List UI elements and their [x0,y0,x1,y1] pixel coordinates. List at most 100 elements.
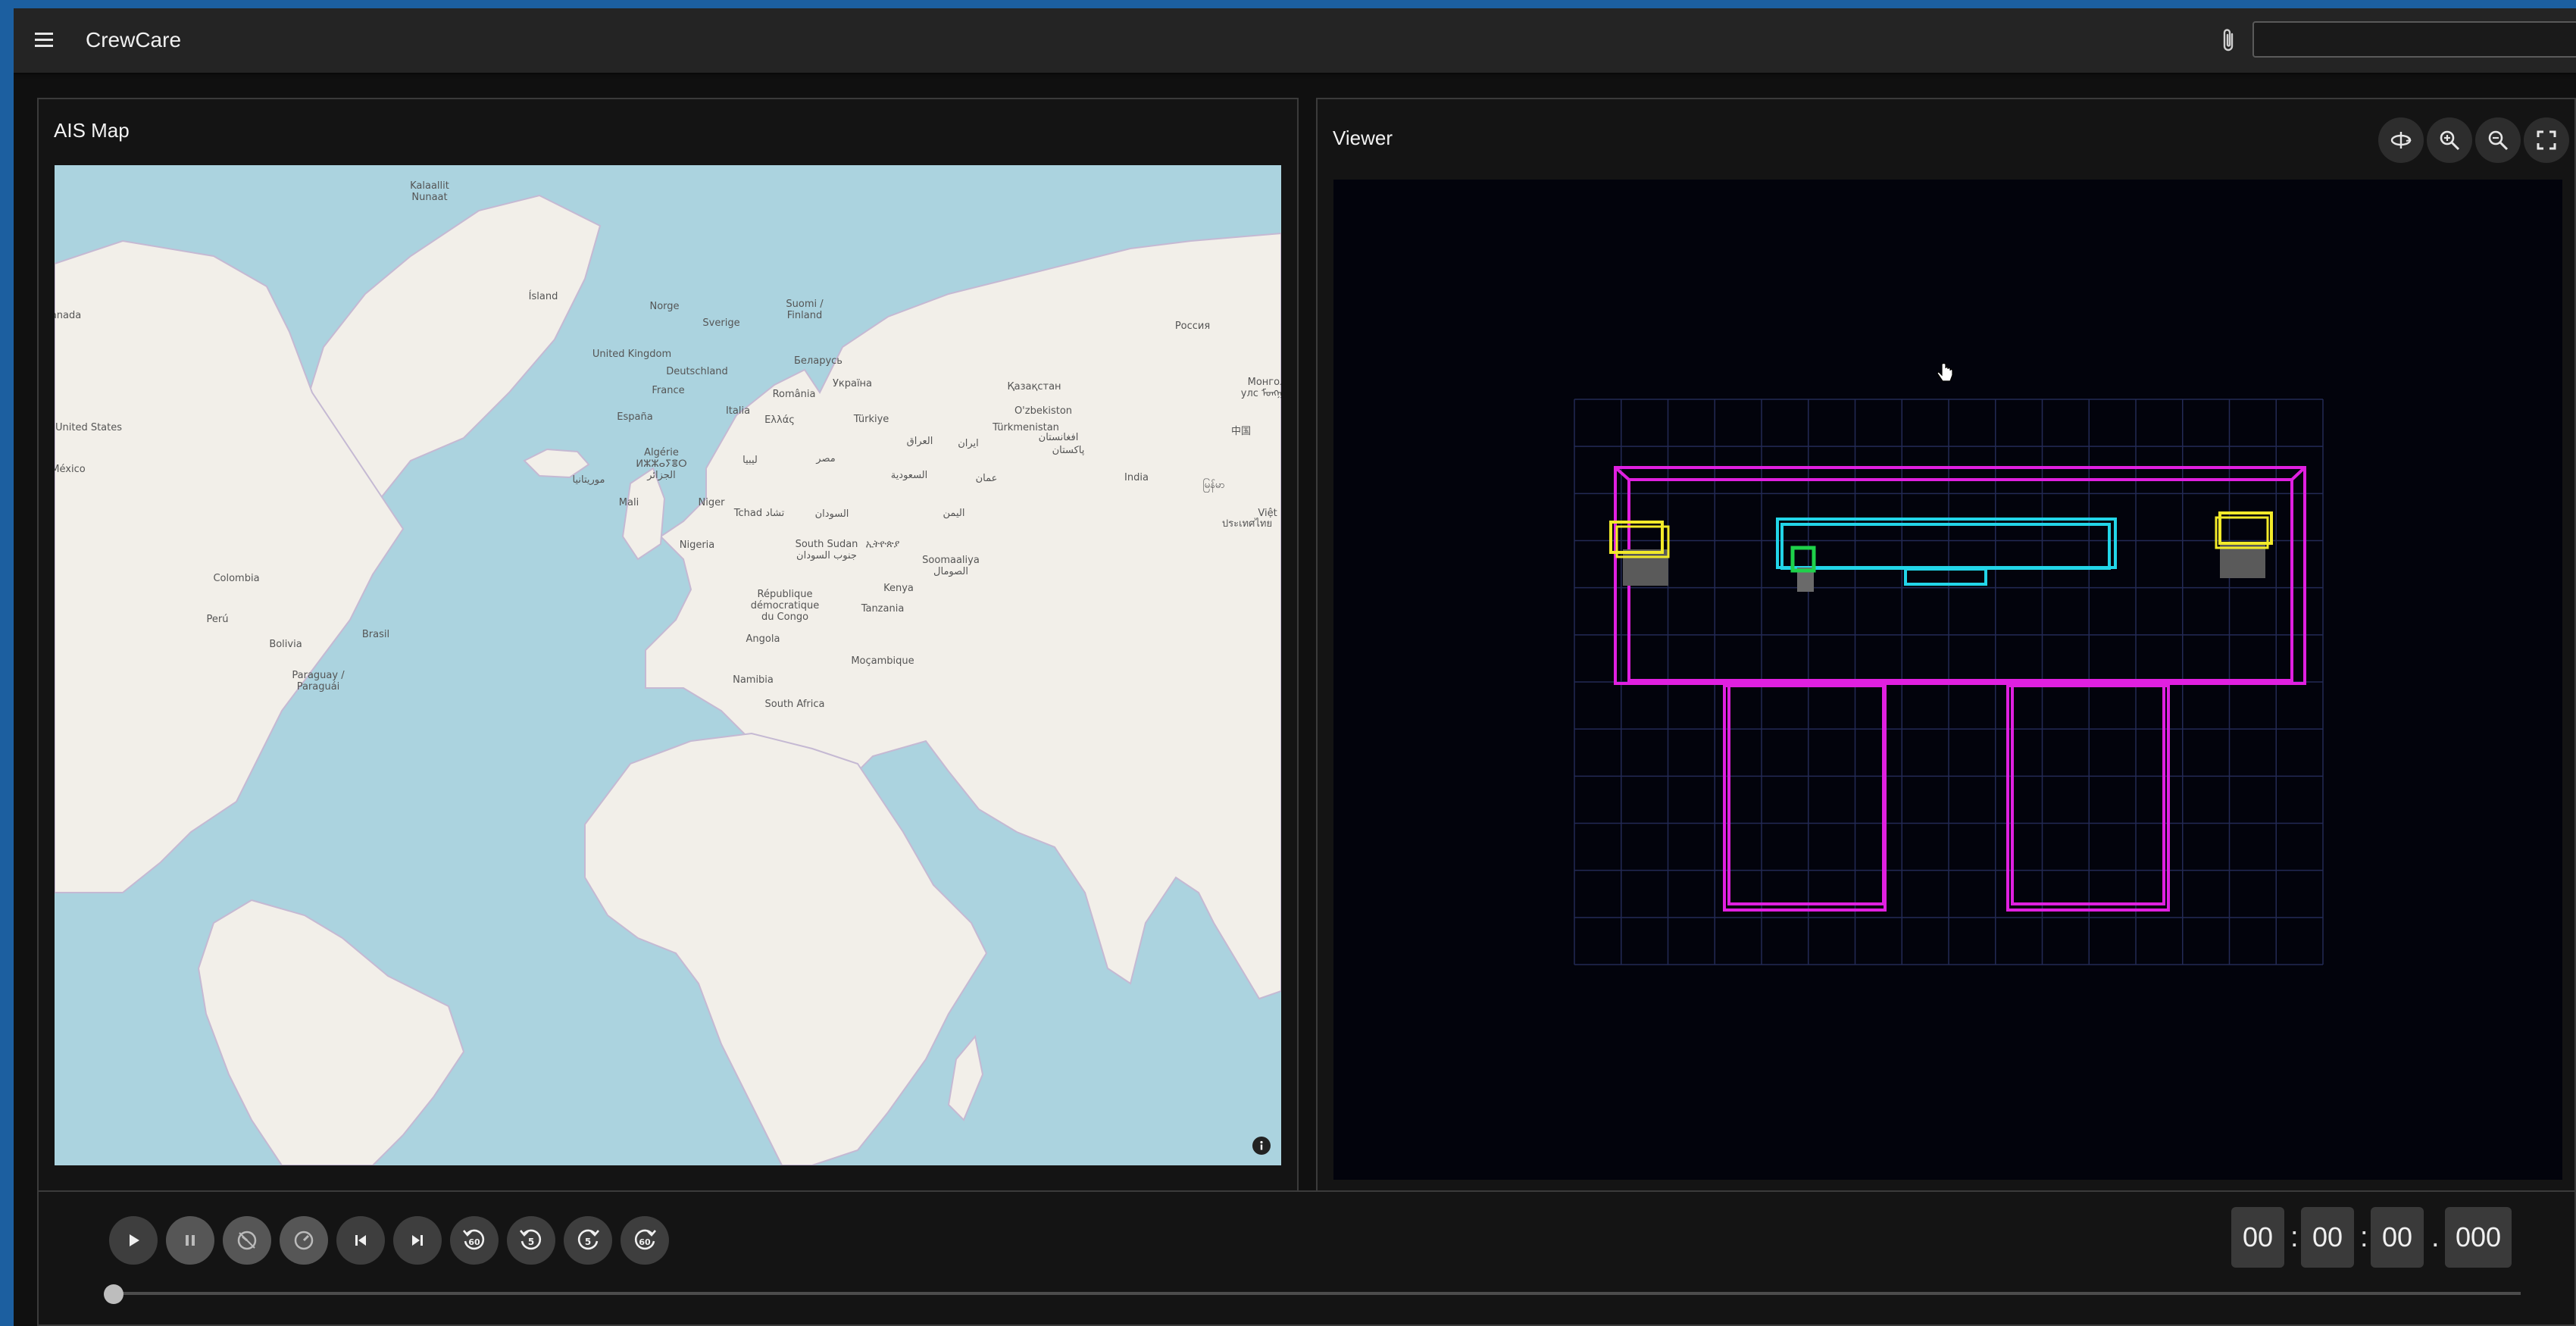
map-label-canada: anada [55,310,81,321]
map-label-deutschland: Deutschland [666,366,728,377]
attachment-icon[interactable] [2217,27,2241,54]
map-info-icon[interactable] [1252,1137,1271,1155]
slow-speed-icon [237,1231,257,1250]
map-label-india: India [1124,472,1149,483]
rewind-5-label: 5 [528,1237,534,1247]
map-label-angola: Angola [746,633,780,645]
map-label-myanmar: မြန်မာ [1202,478,1224,493]
map-label-sudan: السودان [815,508,849,520]
speedometer-icon [294,1231,314,1250]
rotate-view-button[interactable] [2378,117,2424,163]
zoom-in-button[interactable] [2427,117,2472,163]
speed-button[interactable] [280,1216,328,1265]
map-label-tchad: Tchad تشاد [733,508,785,519]
map-label-belarus: Беларусь [794,355,843,367]
map-label-norge: Norge [649,301,679,312]
map-label-mongolia: Монголулс ᠮᠣᠩᠭᠣᠯ [1241,377,1281,399]
forward-60-icon: 60 [634,1229,656,1250]
timeline-track[interactable] [111,1292,2521,1295]
map-label-us: United States [55,422,122,433]
map-label-southafrica: South Africa [765,699,825,710]
map-label-mauritania: موريتانيا [573,474,605,486]
starboard-tank [2215,511,2273,578]
ais-map-panel: AIS Map Kalaallit Nunaat Ísland Norge Suomi … [37,98,1299,1192]
zoom-out-icon [2488,130,2509,151]
fullscreen-button[interactable] [2524,117,2569,163]
map-label-thailand: ประเทศไทย [1222,518,1272,530]
rewind-60-button[interactable]: 60 [450,1216,499,1265]
map-label-france: France [652,385,684,396]
time-seconds: 00 [2371,1207,2424,1268]
map-label-kalaallit: Kalaallit Nunaat [410,180,449,203]
forward-60-button[interactable]: 60 [621,1216,669,1265]
time-hours: 00 [2231,1207,2284,1268]
time-milliseconds: 000 [2445,1207,2512,1268]
map-label-afghanistan: افغانستان [1039,432,1079,443]
map-panel-title: AIS Map [54,119,130,142]
timeline-thumb[interactable] [104,1284,123,1304]
map-label-bolivia: Bolivia [269,639,302,650]
map-label-mexico: México [55,464,86,475]
map-label-oman: عمان [976,473,998,484]
skip-to-start-button[interactable] [336,1216,385,1265]
pause-button[interactable] [166,1216,214,1265]
app-window: CrewCare AIS Map Kalaallit Nunaat Ísland… [14,8,2576,1326]
time-separator: : [2290,1221,2299,1253]
ais-map[interactable]: Kalaallit Nunaat Ísland Norge Suomi / Finland… [55,165,1281,1165]
forward-60-label: 60 [639,1237,651,1247]
map-label-yemen: اليمن [943,508,965,519]
rewind-60-label: 60 [468,1237,480,1247]
replay-5-icon: 5 [520,1229,542,1250]
viewer-panel-title: Viewer [1333,127,1393,149]
map-label-namibia: Namibia [733,674,774,686]
map-label-russia: Россия [1175,321,1210,332]
map-label-kenya: Kenya [883,583,914,594]
map-label-iran: ایران [958,438,979,449]
forward-5-icon: 5 [577,1229,599,1250]
map-label-colombia: Colombia [213,573,259,584]
map-label-misr: مصر [815,453,835,464]
deck-module [1776,518,2117,586]
zoom-out-button[interactable] [2475,117,2521,163]
search-input[interactable] [2252,21,2576,58]
3d-viewer-canvas[interactable] [1333,180,2562,1180]
hull-wireframe [1614,466,2306,912]
map-label-pakistan: پاکستان [1052,445,1085,456]
crew-marker [1790,546,1816,592]
forward-5-button[interactable]: 5 [564,1216,612,1265]
play-button[interactable] [109,1216,158,1265]
map-label-uzbekistan: O'zbekiston [1014,405,1072,417]
port-tank [1609,521,1670,586]
world-map: Kalaallit Nunaat Ísland Norge Suomi / Finland… [55,165,1281,1165]
skip-to-end-button[interactable] [393,1216,442,1265]
map-label-suomi: Suomi / Finland [786,299,824,321]
map-label-iraq: العراق [907,436,933,447]
menu-icon[interactable] [33,31,56,49]
time-separator: . [2431,1221,2440,1253]
map-label-southsudan: South Sudan جنوب السودان [796,539,858,561]
hand-cursor-icon [1937,363,1953,382]
map-label-tanzania: Tanzania [861,603,905,615]
app-title: CrewCare [86,28,182,52]
playback-controls: 60 5 5 60 00 : 00 : 00 . 000 [37,1190,2576,1326]
map-label-sverige: Sverige [702,317,739,329]
map-label-italia: Italia [726,405,750,417]
map-label-ukraine: Україна [833,378,872,389]
skip-previous-icon [355,1235,366,1246]
forward-5-label: 5 [585,1237,591,1247]
replay-60-icon: 60 [463,1229,485,1250]
fullscreen-icon [2537,130,2556,150]
play-icon [130,1234,139,1246]
map-label-nigeria: Nigeria [680,539,715,551]
map-label-kazakhstan: Қазақстан [1007,381,1061,392]
slow-down-button[interactable] [223,1216,271,1265]
rotate-view-icon [2390,132,2412,149]
map-label-vietnam: Việt N [1258,508,1281,519]
map-label-saudi: السعودية [891,470,928,481]
map-label-niger: Niger [699,497,726,508]
rewind-5-button[interactable]: 5 [507,1216,555,1265]
map-label-island: Ísland [529,290,558,302]
zoom-in-icon [2440,130,2460,151]
map-label-brasil: Brasil [362,629,389,640]
map-label-mali: Mali [619,497,639,508]
